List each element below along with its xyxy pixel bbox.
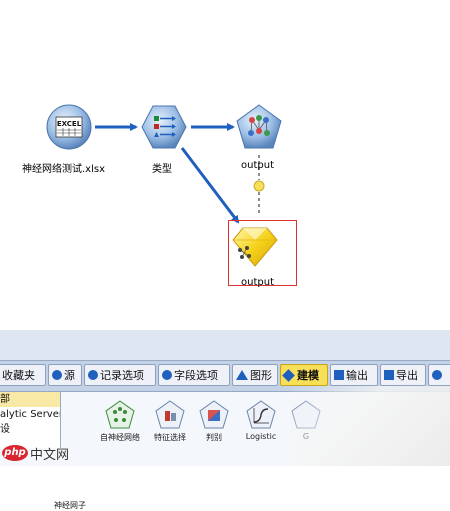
watermark-logo: php 中文网 <box>2 444 70 463</box>
palette-item-discriminant[interactable]: 判别 <box>188 400 240 443</box>
tab-label: 导出 <box>396 369 418 382</box>
type-node-label: 类型 <box>152 164 172 175</box>
palette-item-label: 自神经网络 <box>100 433 140 442</box>
tab-label: 字段选项 <box>174 369 218 382</box>
list-item[interactable]: 设 <box>0 422 60 437</box>
record-ops-icon <box>88 370 98 380</box>
neural-net-model-icon <box>236 104 282 149</box>
discriminant-icon <box>199 400 229 429</box>
tab-label: 源 <box>64 369 75 382</box>
php-logo: php <box>2 445 28 461</box>
neural-net-icon <box>105 400 135 429</box>
tab-export[interactable]: 导出 <box>380 364 426 386</box>
tab-graphs[interactable]: 图形 <box>232 364 278 386</box>
modeling-icon <box>282 369 295 382</box>
palette-item-label: 神经网子 <box>54 501 86 510</box>
feature-selection-icon <box>155 400 185 429</box>
palette-category-list[interactable]: 部 alytic Server 设 <box>0 392 61 448</box>
svg-text:EXCEL: EXCEL <box>57 120 82 128</box>
nugget-node-label: output <box>241 277 274 288</box>
tab-favorites[interactable]: 收藏夹 <box>0 364 46 386</box>
model-link-dot <box>253 180 265 192</box>
connection-type-nugget <box>180 147 240 224</box>
tab-more[interactable] <box>428 364 450 386</box>
tab-record-ops[interactable]: 记录选项 <box>84 364 156 386</box>
output-node-label: output <box>241 160 274 171</box>
tab-label: 图形 <box>250 369 272 382</box>
stream-canvas[interactable]: EXCEL 神经网络测试.xlsx 类型 output output <box>0 0 450 330</box>
type-icon <box>141 105 187 149</box>
tab-modeling[interactable]: 建模 <box>280 364 328 386</box>
logistic-icon <box>246 400 276 429</box>
watermark-site-text: 中文网 <box>30 447 70 463</box>
output-icon <box>334 370 344 380</box>
tab-sources[interactable]: 源 <box>48 364 82 386</box>
list-item[interactable]: alytic Server <box>0 407 60 422</box>
palette-item-neural-net[interactable]: 自神经网络 <box>94 400 146 443</box>
palette-item-label: 判别 <box>206 433 222 442</box>
sources-icon <box>52 370 62 380</box>
tab-label: 记录选项 <box>100 369 144 382</box>
model-nugget-node[interactable] <box>232 222 278 268</box>
neural-net-node[interactable] <box>236 104 282 150</box>
excel-source-node[interactable]: EXCEL <box>46 104 92 150</box>
more-tab-icon <box>432 370 442 380</box>
list-item[interactable]: 部 <box>0 392 60 407</box>
field-ops-icon <box>162 370 172 380</box>
excel-icon: EXCEL <box>46 104 92 150</box>
watermark-overlay <box>290 386 450 466</box>
model-nugget-icon <box>232 227 278 267</box>
tab-label: 建模 <box>297 369 319 382</box>
tab-output[interactable]: 输出 <box>330 364 378 386</box>
type-node[interactable] <box>141 104 187 150</box>
export-icon <box>384 370 394 380</box>
excel-node-label: 神经网络测试.xlsx <box>22 164 106 175</box>
graphs-icon <box>236 370 248 380</box>
palette-item-nn-sub[interactable]: 神经网子 <box>44 462 96 511</box>
tab-label: 收藏夹 <box>2 369 35 382</box>
tab-field-ops[interactable]: 字段选项 <box>158 364 230 386</box>
tab-label: 输出 <box>346 369 368 382</box>
